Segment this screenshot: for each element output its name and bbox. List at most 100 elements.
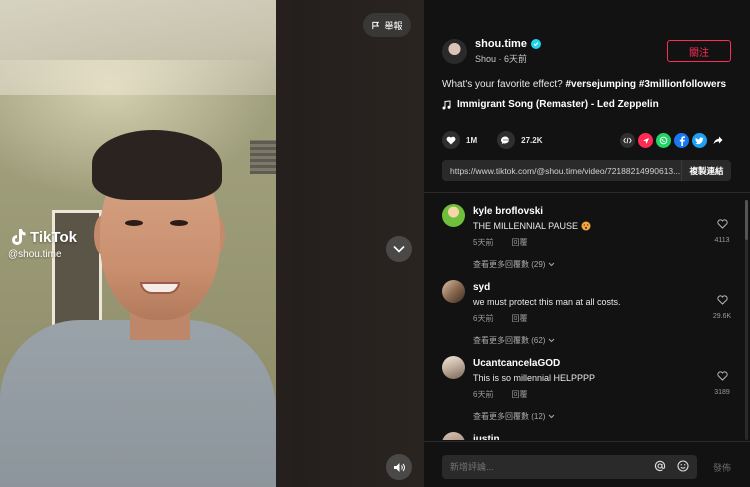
- comment-item: kyle broflovski THE MILLENNIAL PAUSE 5天前…: [442, 204, 742, 280]
- comment-username[interactable]: kyle broflovski: [473, 206, 543, 217]
- comment-like[interactable]: 3189: [708, 368, 736, 396]
- comment-scrollbar-thumb[interactable]: [745, 200, 748, 240]
- comment-composer: 發佈: [424, 441, 750, 487]
- comment-username[interactable]: syd: [473, 282, 490, 293]
- author-subtitle: Shou · 6天前: [475, 54, 528, 64]
- comment-text-content: we must protect this man at all costs.: [473, 297, 621, 307]
- comment-bubble-icon: [501, 135, 510, 144]
- comment-like-count: 3189: [714, 389, 730, 396]
- view-more-replies[interactable]: 查看更多回覆數 (29): [473, 259, 555, 270]
- video-person-hair: [92, 130, 222, 200]
- comment-like-count: 29.6K: [712, 313, 732, 320]
- view-more-replies[interactable]: 查看更多回覆數 (62): [473, 335, 555, 346]
- post-comment-button[interactable]: 發佈: [713, 461, 731, 474]
- music-note-icon: [442, 99, 451, 109]
- flag-icon: [372, 21, 380, 29]
- comment-username[interactable]: justin: [473, 434, 500, 440]
- like-button[interactable]: [442, 131, 460, 149]
- copy-link-button[interactable]: 複製連結: [681, 160, 731, 181]
- facebook-icon[interactable]: [674, 133, 689, 148]
- share-arrow-icon[interactable]: [710, 133, 725, 148]
- video-person-eye-right: [170, 220, 188, 226]
- caption-text: What's your favorite effect?: [442, 79, 563, 90]
- post-caption: What's your favorite effect? #versejumpi…: [442, 79, 726, 90]
- caption-hashtags[interactable]: #versejumping #3millionfollowers: [565, 79, 726, 90]
- comment-text-content: THE MILLENNIAL PAUSE: [473, 221, 579, 231]
- comment-time: 5天前: [473, 238, 494, 247]
- chevron-down-icon: [548, 262, 555, 267]
- details-panel: shou.time Shou · 6天前 關注 What's your favo…: [424, 0, 750, 487]
- comment-username[interactable]: UcantcancelaGOD: [473, 358, 560, 369]
- share-row: [620, 133, 725, 148]
- comment-avatar[interactable]: [442, 204, 465, 227]
- reply-button[interactable]: 回覆: [511, 237, 527, 248]
- heart-icon: [446, 136, 456, 144]
- heart-outline-icon: [716, 219, 728, 229]
- comment-text: THE MILLENNIAL PAUSE: [473, 221, 591, 231]
- video-person-eye-left: [125, 220, 143, 226]
- twitter-icon[interactable]: [692, 133, 707, 148]
- speaker-icon: [393, 462, 405, 472]
- comment-text: we must protect this man at all costs.: [473, 297, 621, 307]
- comment-meta: 6天前 回覆: [473, 389, 527, 400]
- comment-like[interactable]: 4113: [708, 216, 736, 244]
- comment-list[interactable]: kyle broflovski THE MILLENNIAL PAUSE 5天前…: [442, 204, 742, 440]
- view-more-replies-label: 查看更多回覆數 (29): [473, 260, 546, 269]
- video-vent: [250, 140, 276, 174]
- heart-outline-icon: [716, 295, 728, 305]
- comment-meta: 6天前 回覆: [473, 313, 527, 324]
- view-more-replies-label: 查看更多回覆數 (12): [473, 412, 546, 421]
- at-mention-icon[interactable]: [654, 460, 666, 472]
- next-video-button[interactable]: [386, 236, 412, 262]
- tiktok-watermark-handle: @shou.time: [8, 249, 62, 260]
- like-count: 1M: [466, 135, 478, 145]
- comment-time: 6天前: [473, 314, 494, 323]
- view-more-replies[interactable]: 查看更多回覆數 (12): [473, 411, 555, 422]
- reply-button[interactable]: 回覆: [511, 389, 527, 400]
- music-title: Immigrant Song (Remaster) - Led Zeppelin: [457, 99, 659, 110]
- verified-badge-icon: [530, 39, 541, 49]
- sound-toggle-button[interactable]: [386, 454, 412, 480]
- comment-text: This is so millennial HELPPPP: [473, 373, 595, 383]
- video-link-box: https://www.tiktok.com/@shou.time/video/…: [442, 160, 731, 181]
- report-button[interactable]: 舉報: [363, 13, 411, 37]
- whatsapp-icon[interactable]: [656, 133, 671, 148]
- comment-like[interactable]: 29.6K: [708, 292, 736, 320]
- music-link[interactable]: Immigrant Song (Remaster) - Led Zeppelin: [442, 99, 659, 110]
- chevron-down-icon: [393, 245, 405, 253]
- chevron-down-icon: [548, 414, 555, 419]
- comment-item: UcantcancelaGOD This is so millennial HE…: [442, 356, 742, 432]
- comment-button[interactable]: [497, 131, 516, 149]
- emoji-icon[interactable]: [677, 460, 689, 472]
- tiktok-logo-icon: [12, 229, 26, 245]
- section-divider: [424, 192, 750, 193]
- author-info[interactable]: shou.time Shou · 6天前: [442, 38, 541, 65]
- send-to-friends-icon[interactable]: [638, 133, 653, 148]
- author-username[interactable]: shou.time: [475, 38, 527, 50]
- video-panel[interactable]: TikTok @shou.time 舉報: [0, 0, 424, 487]
- tiktok-watermark: TikTok: [10, 228, 77, 246]
- video-frame[interactable]: TikTok @shou.time: [0, 0, 276, 487]
- comment-count: 27.2K: [521, 135, 543, 145]
- chevron-down-icon: [548, 338, 555, 343]
- comment-scrollbar[interactable]: [745, 200, 748, 440]
- heart-outline-icon: [716, 371, 728, 381]
- video-link-url[interactable]: https://www.tiktok.com/@shou.time/video/…: [442, 166, 681, 176]
- comment-item: justin: [442, 432, 742, 440]
- comment-avatar[interactable]: [442, 432, 465, 440]
- video-person-shirt: [0, 320, 276, 487]
- comment-avatar[interactable]: [442, 356, 465, 379]
- reply-button[interactable]: 回覆: [511, 313, 527, 324]
- post-actions: 1M 27.2K: [442, 131, 556, 149]
- author-avatar[interactable]: [442, 39, 467, 64]
- embed-code-icon[interactable]: [620, 133, 635, 148]
- comment-time: 6天前: [473, 390, 494, 399]
- comment-meta: 5天前 回覆: [473, 237, 527, 248]
- emoji-face-icon: [581, 221, 591, 231]
- comment-text-content: This is so millennial HELPPPP: [473, 373, 596, 383]
- comment-avatar[interactable]: [442, 280, 465, 303]
- follow-button[interactable]: 關注: [667, 40, 731, 62]
- report-label: 舉報: [384, 20, 403, 31]
- comment-like-count: 4113: [714, 237, 730, 244]
- view-more-replies-label: 查看更多回覆數 (62): [473, 336, 546, 345]
